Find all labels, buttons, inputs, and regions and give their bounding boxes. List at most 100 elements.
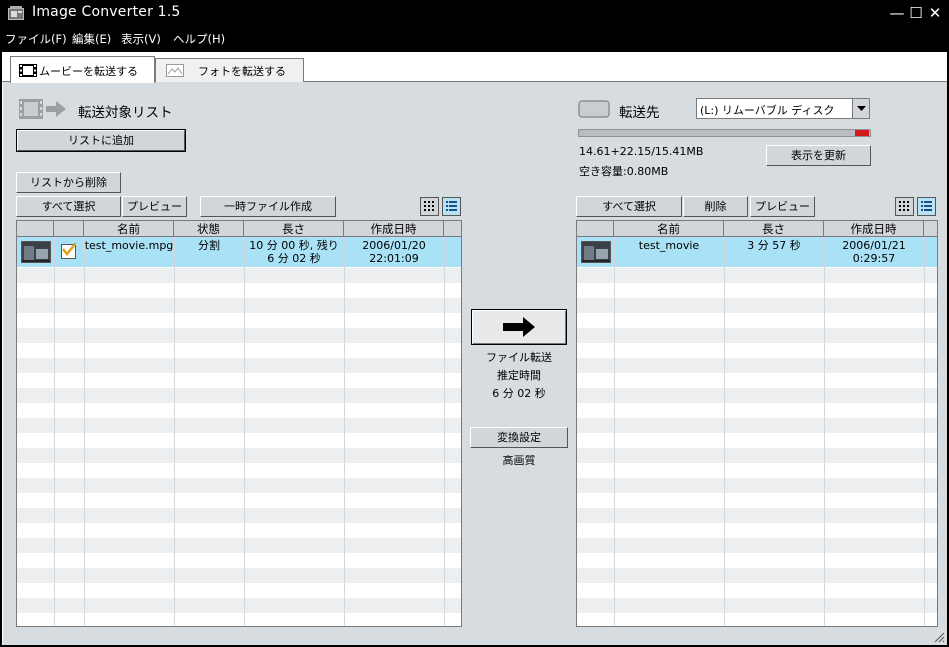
column-divider	[824, 237, 825, 626]
estimated-time-label: 推定時間	[497, 369, 541, 382]
app-window: Image Converter 1.5 — ☐ ✕ ファイル(F) 編集(E) …	[0, 0, 949, 647]
column-header-check[interactable]	[54, 221, 84, 237]
destination-file-list[interactable]: 名前 長さ 作成日時 test_movie 3 分 57 秒 2006/01/2…	[576, 220, 938, 627]
film-transfer-icon	[19, 99, 66, 119]
row-stripe	[577, 268, 937, 283]
column-divider	[174, 237, 175, 626]
video-thumbnail	[21, 241, 51, 263]
add-to-list-button[interactable]: リストに追加	[16, 129, 186, 152]
menu-view[interactable]: 表示(V)	[121, 31, 161, 47]
column-divider	[244, 237, 245, 626]
dest-details-view-button[interactable]	[917, 197, 936, 216]
menu-bar: ファイル(F) 編集(E) 表示(V) ヘルプ(H)	[0, 26, 949, 50]
column-divider	[444, 237, 445, 626]
column-divider	[344, 237, 345, 626]
menu-edit[interactable]: 編集(E)	[72, 31, 111, 47]
list-view-icon	[921, 201, 932, 211]
source-select-all-button[interactable]: すべて選択	[16, 196, 121, 217]
row-stripe	[577, 568, 937, 583]
maximize-button[interactable]: ☐	[907, 4, 925, 22]
dropdown-button[interactable]	[852, 99, 869, 118]
dest-file-created-date: 2006/01/21	[842, 239, 906, 252]
column-header-name[interactable]: 名前	[614, 221, 724, 237]
drive-icon	[578, 100, 610, 118]
destination-heading: 転送先	[619, 105, 660, 121]
file-length: 10 分 00 秒, 残り	[249, 239, 339, 252]
destination-list-header: 名前 長さ 作成日時	[577, 221, 937, 237]
thumbnail-view-button[interactable]	[420, 197, 439, 216]
dest-file-name: test_movie	[638, 239, 700, 252]
resize-grip-icon[interactable]	[933, 631, 945, 643]
menu-file[interactable]: ファイル(F)	[5, 31, 67, 47]
tab-label: フォトを転送する	[198, 65, 286, 78]
file-created-date: 2006/01/20	[362, 239, 426, 252]
details-view-button[interactable]	[442, 197, 461, 216]
capacity-warning-fill	[855, 130, 869, 136]
column-header-name[interactable]: 名前	[84, 221, 174, 237]
video-thumbnail	[581, 241, 611, 263]
column-header-status[interactable]: 状態	[174, 221, 244, 237]
tab-strip: ムービーを転送する フォトを転送する	[2, 52, 947, 83]
file-transfer-button[interactable]	[471, 309, 567, 345]
dest-file-length: 3 分 57 秒	[747, 239, 801, 252]
column-header-created[interactable]: 作成日時	[344, 221, 444, 237]
capacity-bar	[578, 129, 871, 137]
file-length-remaining: 6 分 02 秒	[267, 252, 321, 265]
window-title: Image Converter 1.5	[32, 4, 181, 20]
source-file-list[interactable]: 名前 状態 長さ 作成日時 test_movie.mpg 分割 10 分 00 …	[16, 220, 462, 627]
dest-thumbnail-view-button[interactable]	[895, 197, 914, 216]
row-stripe	[577, 448, 937, 463]
dest-select-all-button[interactable]: すべて選択	[576, 196, 682, 217]
row-stripe	[577, 328, 937, 343]
file-created-time: 22:01:09	[369, 252, 419, 265]
dest-delete-button[interactable]: 削除	[683, 196, 748, 217]
menu-help[interactable]: ヘルプ(H)	[173, 31, 225, 47]
grid-view-icon	[424, 201, 434, 211]
source-list-header: 名前 状態 長さ 作成日時	[17, 221, 461, 237]
include-checkbox[interactable]	[61, 242, 76, 259]
estimated-time-value: 6 分 02 秒	[492, 387, 546, 400]
refresh-view-button[interactable]: 表示を更新	[766, 145, 871, 166]
destination-drive-select[interactable]: (L:) リムーバブル ディスク	[696, 98, 870, 119]
dest-file-created-time: 0:29:57	[852, 252, 896, 265]
tab-label: ムービーを転送する	[39, 65, 138, 78]
checkmark-icon	[62, 242, 76, 256]
column-divider	[614, 237, 615, 626]
list-view-icon	[446, 201, 457, 211]
close-button[interactable]: ✕	[926, 4, 944, 22]
arrow-right-icon	[503, 317, 535, 337]
free-space-text: 空き容量:0.80MB	[579, 165, 669, 178]
dest-preview-button[interactable]: プレビュー	[750, 196, 815, 217]
column-divider	[54, 237, 55, 626]
column-divider	[724, 237, 725, 626]
remove-from-list-button[interactable]: リストから削除	[16, 172, 121, 193]
column-divider	[84, 237, 85, 626]
title-bar[interactable]: Image Converter 1.5 — ☐ ✕	[0, 0, 949, 26]
create-temp-file-button[interactable]: 一時ファイル作成	[200, 196, 336, 217]
photo-icon	[166, 64, 184, 77]
column-divider	[924, 237, 925, 626]
file-transfer-label: ファイル転送	[486, 351, 552, 364]
column-header-thumbnail[interactable]	[17, 221, 54, 237]
column-header-created[interactable]: 作成日時	[824, 221, 924, 237]
source-preview-button[interactable]: プレビュー	[122, 196, 187, 217]
grid-view-icon	[899, 201, 909, 211]
minimize-button[interactable]: —	[888, 4, 906, 22]
row-stripe	[577, 298, 937, 313]
file-name: test_movie.mpg	[84, 239, 174, 252]
column-header-length[interactable]: 長さ	[244, 221, 344, 237]
movie-transfer-panel: 転送対象リスト リストに追加 リストから削除 すべて選択 プレビュー 一時ファイ…	[2, 82, 947, 645]
app-icon	[8, 6, 24, 20]
conversion-settings-button[interactable]: 変換設定	[470, 427, 568, 448]
source-list-heading: 転送対象リスト	[78, 105, 173, 121]
row-stripe	[577, 598, 937, 613]
row-stripe	[577, 538, 937, 553]
selected-drive: (L:) リムーバブル ディスク	[700, 104, 835, 117]
column-header-length[interactable]: 長さ	[724, 221, 824, 237]
row-stripe	[577, 478, 937, 493]
tab-transfer-movie[interactable]: ムービーを転送する	[10, 56, 155, 83]
film-icon	[19, 64, 37, 77]
row-stripe	[577, 418, 937, 433]
tab-transfer-photo[interactable]: フォトを転送する	[155, 58, 304, 82]
column-header-thumbnail[interactable]	[577, 221, 614, 237]
